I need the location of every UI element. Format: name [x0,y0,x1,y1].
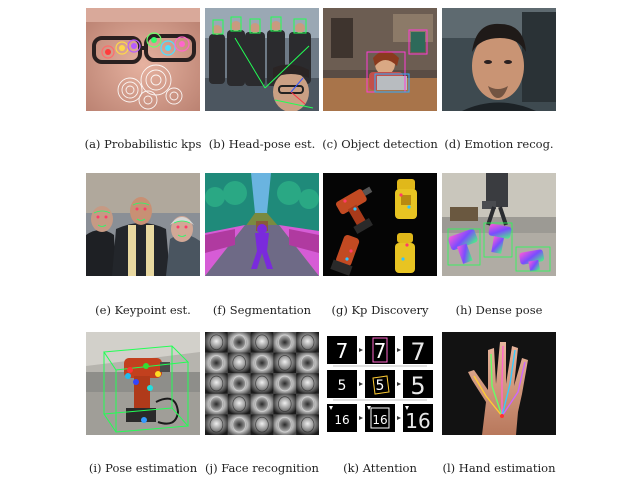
panel-i-image [86,332,200,435]
attention-digit-2c: 5 [410,372,425,400]
attention-digit-2b: 5 [376,378,385,394]
attention-digit-3c: 16 [405,409,430,433]
panel-f-image [205,173,319,276]
panel-l-image [442,332,556,435]
panel-d-image [442,8,556,111]
panel-k-image: 7 7 7 5 5 5 16 16 16 [323,332,437,435]
panel-j-image [205,332,319,435]
panel-h-caption: (h) Dense pose [455,303,543,317]
attention-digit-2a: 5 [338,378,347,394]
panel-l-caption: (l) Hand estimation [442,461,556,475]
panel-a-image [86,8,200,111]
panel-e-image [86,173,200,276]
attention-digit-1b: 7 [374,339,387,363]
panel-d-caption: (d) Emotion recog. [444,137,554,151]
attention-digit-1c: 7 [410,338,425,366]
attention-digit-3b: 16 [372,413,387,427]
panel-h-image [442,173,556,276]
panel-b-image [205,8,319,111]
panel-c-image [323,8,437,111]
attention-digit-3a: 16 [334,413,349,427]
panel-g-image [323,173,437,276]
attention-digit-1a: 7 [336,339,349,363]
